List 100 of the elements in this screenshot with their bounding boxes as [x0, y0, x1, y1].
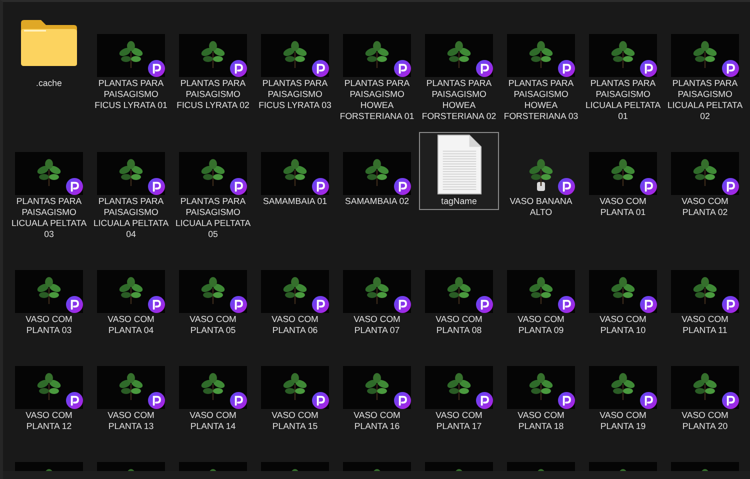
file-item[interactable]: VASO COM PLANTA 06 [255, 250, 335, 339]
file-item[interactable]: VASO COM PLANTA 11 [665, 250, 745, 339]
file-item[interactable]: .cache [9, 14, 89, 92]
file-item[interactable]: VASO COM PLANTA 04 [91, 250, 171, 339]
app-badge-icon [640, 178, 657, 195]
file-item[interactable]: PLANTAS PARA PAISAGISMO FICUS LYRATA 01 [91, 14, 171, 114]
file-name: VASO COM PLANTA 13 [106, 410, 156, 432]
file-item[interactable]: VASO COM PLANTA 20 [665, 346, 745, 435]
file-item[interactable]: VASO COM PLANTA 02 [665, 132, 745, 221]
document-icon [436, 134, 482, 195]
file-name: PLANTAS PARA PAISAGISMO HOWEA FORSTERIANA 02 [420, 78, 498, 122]
app-badge-icon [722, 178, 739, 195]
app-badge-icon [230, 392, 247, 409]
file-name: VASO COM PLANTA 17 [434, 410, 484, 432]
file-name: PLANTAS PARA PAISAGISMO LICUALA PELTATA 05 [174, 196, 252, 240]
file-item[interactable]: VASO COM PLANTA 05 [173, 250, 253, 339]
file-name: VASO COM PLANTA 12 [24, 410, 74, 432]
app-badge-icon [558, 392, 575, 409]
file-item[interactable]: PLANTAS PARA PAISAGISMO FICUS LYRATA 02 [173, 14, 253, 114]
app-badge-icon [722, 392, 739, 409]
file-name: VASO COM PLANTA 10 [598, 314, 648, 336]
file-name: PLANTAS PARA PAISAGISMO HOWEA FORSTERIANA 01 [338, 78, 416, 122]
app-badge-icon [722, 296, 739, 313]
file-item[interactable]: VASO COM PLANTA 14 [173, 346, 253, 435]
file-item[interactable]: PLANTAS PARA PAISAGISMO HOWEA FORSTERIANA 02 [419, 14, 499, 125]
file-item[interactable]: VASO COM PLANTA 19 [583, 346, 663, 435]
app-badge-icon [394, 392, 411, 409]
file-name: VASO COM PLANTA 02 [680, 196, 730, 218]
file-item[interactable]: PLANTAS PARA PAISAGISMO HOWEA FORSTERIANA 01 [337, 14, 417, 125]
file-item[interactable]: VASO COM PLANTA 15 [255, 346, 335, 435]
file-item[interactable]: VASO COM PLANTA 09 [501, 250, 581, 339]
app-badge-icon [230, 296, 247, 313]
file-item[interactable]: PLANTAS PARA PAISAGISMO HOWEA FORSTERIANA 03 [501, 14, 581, 125]
file-name: VASO COM PLANTA 05 [188, 314, 238, 336]
file-name: VASO COM PLANTA 06 [270, 314, 320, 336]
file-item[interactable]: VASO COM PLANTA 18 [501, 346, 581, 435]
app-badge-icon [148, 392, 165, 409]
file-item[interactable]: VASO COM PLANTA 10 [583, 250, 663, 339]
file-item[interactable]: VASO COM PLANTA 08 [419, 250, 499, 339]
app-badge-icon [394, 178, 411, 195]
file-name: VASO COM PLANTA 11 [680, 314, 730, 336]
file-name: PLANTAS PARA PAISAGISMO LICUALA PELTATA 04 [92, 196, 170, 240]
file-name: PLANTAS PARA PAISAGISMO FICUS LYRATA 02 [176, 78, 250, 111]
file-item[interactable]: VASO COM PLANTA 07 [337, 250, 417, 339]
file-name: PLANTAS PARA PAISAGISMO HOWEA FORSTERIANA 03 [502, 78, 580, 122]
app-badge-icon [66, 178, 83, 195]
file-name: PLANTAS PARA PAISAGISMO LICUALA PELTATA 01 [584, 78, 662, 122]
file-item[interactable]: VASO COM PLANTA 03 [9, 250, 89, 339]
file-item[interactable]: VASO COM PLANTA 01 [583, 132, 663, 221]
app-badge-icon [476, 296, 493, 313]
file-name: VASO COM PLANTA 07 [352, 314, 402, 336]
file-name: PLANTAS PARA PAISAGISMO FICUS LYRATA 03 [258, 78, 332, 111]
file-item[interactable]: VASO COM PLANTA 16 [337, 346, 417, 435]
file-name: PLANTAS PARA PAISAGISMO FICUS LYRATA 01 [94, 78, 168, 111]
app-badge-icon [558, 60, 575, 77]
app-badge-icon [66, 296, 83, 313]
file-name: PLANTAS PARA PAISAGISMO LICUALA PELTATA 02 [666, 78, 744, 122]
app-badge-icon [394, 60, 411, 77]
file-name: VASO COM PLANTA 04 [106, 314, 156, 336]
app-badge-icon [640, 392, 657, 409]
app-badge-icon [312, 392, 329, 409]
file-item[interactable]: PLANTAS PARA PAISAGISMO LICUALA PELTATA 02 [665, 14, 745, 125]
file-item[interactable]: PLANTAS PARA PAISAGISMO LICUALA PELTATA 03 [9, 132, 89, 243]
app-badge-icon [148, 178, 165, 195]
app-badge-icon [722, 60, 739, 77]
app-badge-icon [148, 60, 165, 77]
app-badge-icon [558, 178, 575, 195]
file-name: VASO COM PLANTA 01 [598, 196, 648, 218]
file-name: PLANTAS PARA PAISAGISMO LICUALA PELTATA 03 [10, 196, 88, 240]
file-item[interactable]: VASO COM PLANTA 12 [9, 346, 89, 435]
app-badge-icon [394, 296, 411, 313]
app-badge-icon [312, 296, 329, 313]
file-item[interactable]: PLANTAS PARA PAISAGISMO LICUALA PELTATA 05 [173, 132, 253, 243]
file-item[interactable]: SAMAMBAIA 02 [337, 132, 417, 210]
file-name: VASO COM PLANTA 08 [434, 314, 484, 336]
file-item[interactable]: PLANTAS PARA PAISAGISMO FICUS LYRATA 03 [255, 14, 335, 114]
file-name: VASO COM PLANTA 09 [516, 314, 566, 336]
app-badge-icon [476, 60, 493, 77]
file-item[interactable]: PLANTAS PARA PAISAGISMO LICUALA PELTATA 01 [583, 14, 663, 125]
file-item[interactable]: PLANTAS PARA PAISAGISMO LICUALA PELTATA 04 [91, 132, 171, 243]
file-name: SAMAMBAIA 01 [262, 196, 328, 207]
file-name: SAMAMBAIA 02 [344, 196, 410, 207]
app-badge-icon [312, 178, 329, 195]
app-badge-icon [230, 178, 247, 195]
file-item[interactable]: VASO COM PLANTA 17 [419, 346, 499, 435]
app-badge-icon [230, 60, 247, 77]
file-name: VASO COM PLANTA 15 [270, 410, 320, 432]
file-name: tagName [440, 196, 478, 207]
file-item[interactable]: tagName [419, 132, 499, 210]
file-name: VASO BANANA ALTO [508, 196, 574, 218]
file-name: VASO COM PLANTA 18 [516, 410, 566, 432]
folder-icon [19, 19, 79, 67]
file-item[interactable]: VASO COM PLANTA 13 [91, 346, 171, 435]
app-badge-icon [312, 60, 329, 77]
file-name: VASO COM PLANTA 20 [680, 410, 730, 432]
app-badge-icon [148, 296, 165, 313]
app-badge-icon [66, 392, 83, 409]
file-name: .cache [35, 78, 63, 89]
file-item[interactable]: VASO BANANA ALTO [501, 132, 581, 221]
file-item[interactable]: SAMAMBAIA 01 [255, 132, 335, 210]
